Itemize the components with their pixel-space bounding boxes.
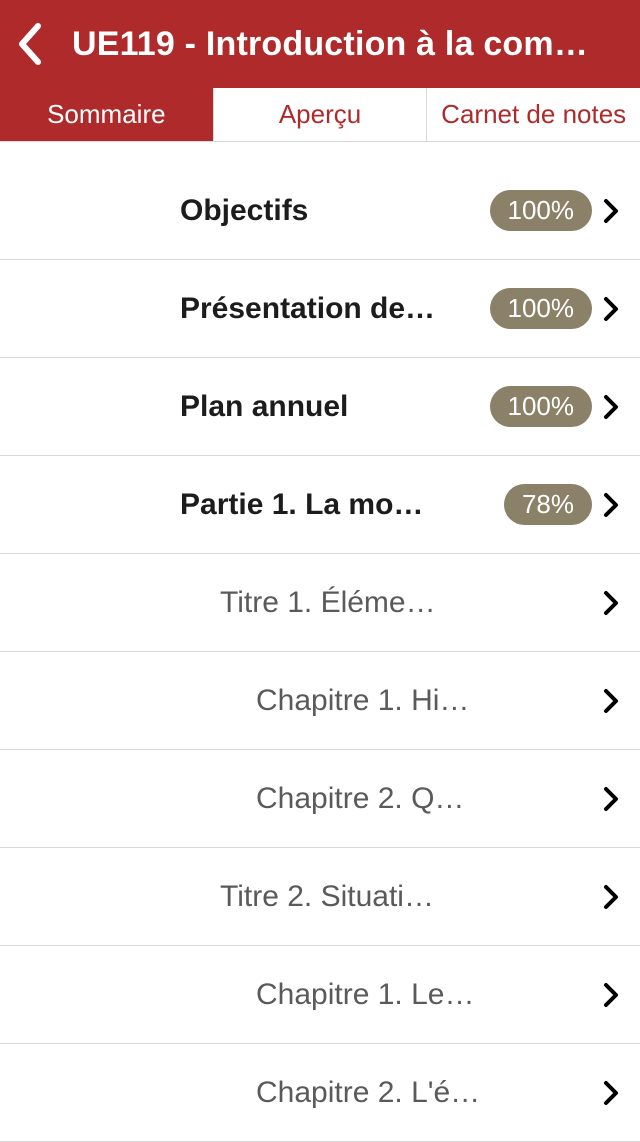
header: UE119 - Introduction à la com… [0,0,640,88]
chevron-right-icon [596,198,626,224]
list-item[interactable]: Objectifs 100% [0,162,640,260]
back-icon [16,22,44,66]
list-item[interactable]: Chapitre 1. Le… [0,946,640,1044]
list-item-label: Chapitre 1. Le… [256,978,596,1012]
list-item[interactable]: Chapitre 2. L'é… [0,1044,640,1142]
tabs: Sommaire Aperçu Carnet de notes [0,88,640,142]
list-item[interactable]: Chapitre 2. Q… [0,750,640,848]
list-item-label: Plan annuel [180,390,490,424]
chevron-right-icon [596,394,626,420]
list-item[interactable]: Présentation de… 100% [0,260,640,358]
list-item-label: Titre 2. Situati… [220,880,596,914]
list-item-label: Chapitre 1. Hi… [256,684,596,718]
list-item-label: Chapitre 2. Q… [256,782,596,816]
list-item[interactable]: Titre 2. Situati… [0,848,640,946]
progress-badge: 78% [504,484,592,525]
tab-label: Aperçu [279,99,361,130]
tab-label: Carnet de notes [441,99,626,130]
chevron-right-icon [596,590,626,616]
list-item-label: Titre 1. Éléme… [220,586,596,620]
chevron-right-icon [596,786,626,812]
page-title: UE119 - Introduction à la com… [70,25,630,64]
list-item-label: Objectifs [180,194,490,228]
progress-badge: 100% [490,190,593,231]
content-list: Objectifs 100% Présentation de… 100% Pla… [0,142,640,1142]
tab-sommaire[interactable]: Sommaire [0,88,214,141]
chevron-right-icon [596,884,626,910]
progress-badge: 100% [490,386,593,427]
chevron-right-icon [596,296,626,322]
chevron-right-icon [596,688,626,714]
list-item-label: Présentation de… [180,292,490,326]
list-item[interactable]: Titre 1. Éléme… [0,554,640,652]
tab-carnet-de-notes[interactable]: Carnet de notes [427,88,640,141]
chevron-right-icon [596,492,626,518]
list-item[interactable]: Plan annuel 100% [0,358,640,456]
list-item-label: Partie 1. La mo… [180,488,504,522]
chevron-right-icon [596,982,626,1008]
list-item-label: Chapitre 2. L'é… [256,1076,596,1110]
list-item[interactable]: Chapitre 1. Hi… [0,652,640,750]
tab-apercu[interactable]: Aperçu [214,88,428,141]
chevron-right-icon [596,1080,626,1106]
tab-label: Sommaire [47,99,165,130]
back-button[interactable] [10,0,70,88]
progress-badge: 100% [490,288,593,329]
list-item[interactable]: Partie 1. La mo… 78% [0,456,640,554]
